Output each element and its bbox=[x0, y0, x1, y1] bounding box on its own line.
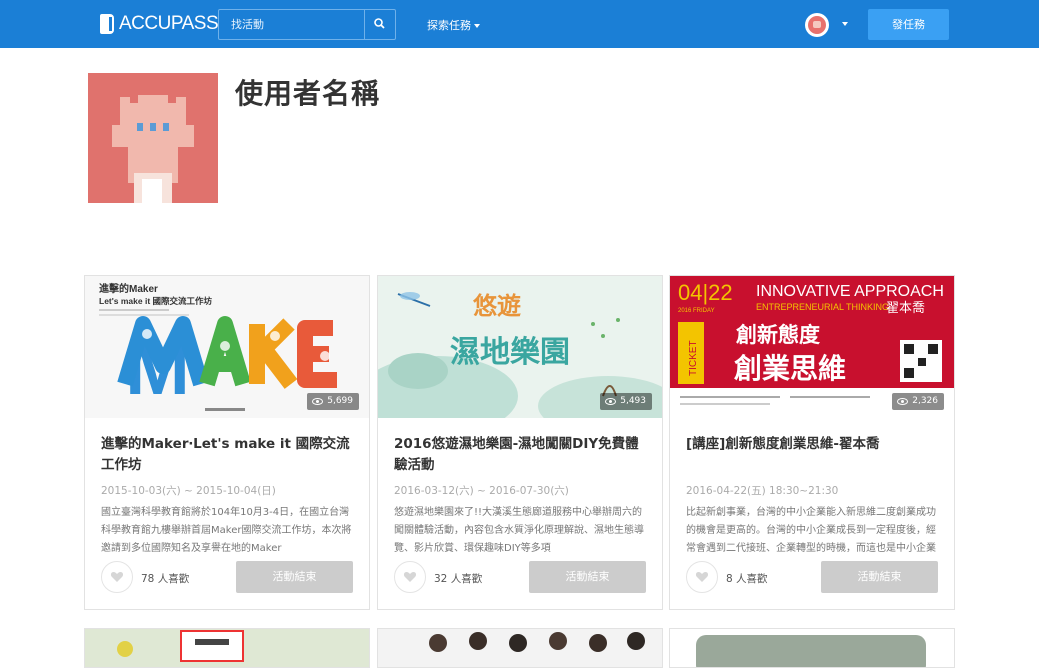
post-task-button[interactable]: 發任務 bbox=[868, 9, 949, 40]
search-input[interactable] bbox=[219, 10, 364, 39]
event-title[interactable]: 2016悠遊濕地樂園-濕地闖關DIY免費體驗活動 bbox=[394, 434, 648, 476]
like-button[interactable] bbox=[101, 561, 133, 593]
heart-icon bbox=[110, 572, 124, 582]
eye-icon bbox=[897, 398, 909, 405]
banner-text-1: 進擊的Maker bbox=[99, 282, 158, 295]
banner-headline: INNOVATIVE APPROACH bbox=[756, 283, 944, 300]
event-date: 2016-03-12(六) ~ 2016-07-30(六) bbox=[394, 485, 569, 497]
profile-username: 使用者名稱 bbox=[235, 77, 381, 110]
banner-ticket: TICKET bbox=[688, 340, 699, 376]
event-ended-button[interactable]: 活動結束 bbox=[529, 561, 646, 593]
event-description: 國立臺灣科學教育館將於104年10月3-4日，在國立台灣科學教育館九樓舉辦首屆M… bbox=[101, 507, 352, 554]
event-banner-image: 04|22 INNOVATIVE APPROACH ENTREPRENEURIA… bbox=[670, 276, 954, 418]
user-menu-chevron-icon[interactable] bbox=[842, 22, 848, 26]
view-count-badge: 5,493 bbox=[600, 393, 652, 410]
view-count-badge: 2,326 bbox=[892, 393, 944, 410]
event-card-partial[interactable] bbox=[84, 628, 370, 668]
banner-title-2: 濕地樂園 bbox=[450, 335, 570, 370]
chevron-down-icon bbox=[474, 24, 480, 28]
event-card[interactable]: 悠遊 濕地樂園 5,493 2016悠遊濕地樂園-濕地闖關DIY免費體驗活動 2… bbox=[377, 275, 663, 610]
search-icon bbox=[374, 18, 385, 29]
logo-icon bbox=[100, 14, 114, 34]
banner-day: 2016 FRIDAY bbox=[678, 308, 715, 314]
profile-avatar bbox=[88, 73, 218, 203]
banner-title-2: 創業思維 bbox=[734, 352, 846, 385]
like-count: 32 人喜歡 bbox=[434, 573, 483, 585]
banner-date: 04|22 bbox=[678, 280, 733, 305]
event-card[interactable]: 進擊的Maker Let's make it 國際交流工作坊 M 5,699 進… bbox=[84, 275, 370, 610]
event-date: 2016-04-22(五) 18:30~21:30 bbox=[686, 485, 839, 497]
like-count: 78 人喜歡 bbox=[141, 573, 190, 585]
accupass-logo[interactable]: ACCUPASS bbox=[100, 12, 219, 36]
search-box bbox=[218, 9, 396, 40]
event-title[interactable]: 進擊的Maker‧Let's make it 國際交流工作坊 bbox=[101, 434, 355, 476]
monster-avatar-image bbox=[88, 73, 218, 203]
event-banner-image: 悠遊 濕地樂園 5,493 bbox=[378, 276, 662, 418]
banner-subline: ENTREPRENEURIAL THINKING bbox=[756, 302, 889, 312]
top-navbar: ACCUPASS 探索任務 發任務 bbox=[0, 0, 1039, 48]
view-count: 2,326 bbox=[912, 396, 938, 406]
view-count: 5,699 bbox=[327, 396, 353, 406]
explore-label: 探索任務 bbox=[427, 19, 471, 32]
event-title[interactable]: [講座]創新態度創業思維-翟本喬 bbox=[686, 434, 940, 455]
view-count-badge: 5,699 bbox=[307, 393, 359, 410]
like-count: 8 人喜歡 bbox=[726, 573, 768, 585]
explore-dropdown[interactable]: 探索任務 bbox=[427, 17, 480, 33]
event-description: 比起新創事業，台灣的中小企業能入新思維二度創業成功的機會是更高的。台灣的中小企業… bbox=[686, 507, 936, 554]
banner-text-2: Let's make it 國際交流工作坊 bbox=[99, 296, 213, 306]
search-button[interactable] bbox=[364, 10, 395, 39]
eye-icon bbox=[312, 398, 324, 405]
banner-title-1: 悠遊 bbox=[472, 292, 521, 320]
event-ended-button[interactable]: 活動結束 bbox=[821, 561, 938, 593]
event-card[interactable]: 04|22 INNOVATIVE APPROACH ENTREPRENEURIA… bbox=[669, 275, 955, 610]
event-card-partial[interactable] bbox=[377, 628, 663, 668]
heart-icon bbox=[695, 572, 709, 582]
eye-icon bbox=[605, 398, 617, 405]
event-banner-image: 進擊的Maker Let's make it 國際交流工作坊 M 5,699 bbox=[85, 276, 369, 418]
logo-text: ACCUPASS bbox=[119, 13, 219, 34]
like-button[interactable] bbox=[686, 561, 718, 593]
heart-icon bbox=[403, 572, 417, 582]
event-card-partial[interactable] bbox=[669, 628, 955, 668]
event-description: 悠遊濕地樂園來了!!大漢溪生態廊道服務中心舉辦周六的闖關體驗活動，內容包含水質淨… bbox=[394, 507, 644, 554]
like-button[interactable] bbox=[394, 561, 426, 593]
event-ended-button[interactable]: 活動結束 bbox=[236, 561, 353, 593]
view-count: 5,493 bbox=[620, 396, 646, 406]
banner-speaker: 翟本喬 bbox=[886, 300, 925, 316]
event-date: 2015-10-03(六) ~ 2015-10-04(日) bbox=[101, 485, 276, 497]
user-avatar[interactable] bbox=[805, 13, 829, 37]
banner-title-1: 創新態度 bbox=[736, 323, 820, 347]
